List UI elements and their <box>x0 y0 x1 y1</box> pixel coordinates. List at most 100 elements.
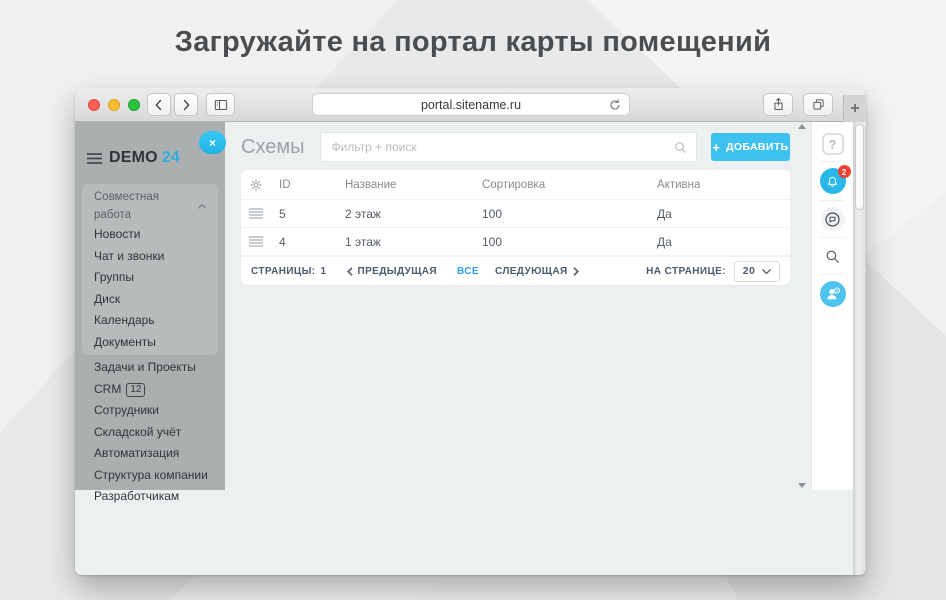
current-page: 1 <box>321 266 327 277</box>
crm-label: CRM <box>94 382 121 396</box>
sidebar-item-employees[interactable]: Сотрудники <box>94 400 206 422</box>
sidebar-item-tasks[interactable]: Задачи и Проекты <box>94 357 206 379</box>
share-icon <box>770 96 787 113</box>
bell-icon <box>825 174 840 189</box>
filter-search-input[interactable] <box>321 133 696 161</box>
person-clock-icon <box>824 285 842 303</box>
minimize-window-button[interactable] <box>108 99 120 111</box>
cell-name: 1 этаж <box>345 235 482 249</box>
sidebar-item-news[interactable]: Новости <box>94 224 206 246</box>
next-page-button[interactable]: СЛЕДУЮЩАЯ <box>495 266 579 277</box>
new-tab-button[interactable]: + <box>843 95 866 122</box>
sidebar-item-disk[interactable]: Диск <box>94 289 206 311</box>
table-settings-button[interactable] <box>249 178 279 192</box>
sidebar-item-documents[interactable]: Документы <box>94 332 206 354</box>
question-mark-icon: ? <box>829 137 837 152</box>
cell-sort: 100 <box>482 235 657 249</box>
scroll-up-arrow[interactable] <box>798 124 806 129</box>
sidebar-list: Задачи и Проекты CRM 12 Сотрудники Складс… <box>75 355 225 508</box>
search-button[interactable] <box>821 244 845 268</box>
table-row[interactable]: 4 1 этаж 100 Да <box>241 228 790 256</box>
notifications-button[interactable]: 2 <box>820 168 846 194</box>
window-controls <box>88 88 140 121</box>
sidebar-toggle-button[interactable] <box>206 93 235 116</box>
cell-id: 4 <box>279 235 345 249</box>
back-button[interactable] <box>147 93 171 116</box>
search-icon[interactable] <box>673 140 688 160</box>
filter-search-box <box>320 132 697 162</box>
reload-button[interactable] <box>607 97 623 116</box>
brand-accent: 24 <box>162 149 180 167</box>
sidebar-item-inventory[interactable]: Складской учёт <box>94 422 206 444</box>
help-button[interactable]: ? <box>822 133 844 155</box>
previous-page-label: ПРЕДЫДУЩАЯ <box>358 266 438 277</box>
sidebar-close-button[interactable]: × <box>199 131 226 154</box>
page-title: Загружайте на портал карты помещений <box>0 26 946 59</box>
close-window-button[interactable] <box>88 99 100 111</box>
cell-active: Да <box>657 207 790 221</box>
sidebar-item-company-structure[interactable]: Структура компании <box>94 465 206 487</box>
sidebar-item-developers[interactable]: Разработчикам <box>94 486 206 508</box>
sidebar-item-crm[interactable]: CRM 12 <box>94 379 206 401</box>
divider <box>820 274 845 275</box>
pagination-bar: СТРАНИЦЫ: 1 ПРЕДЫДУЩАЯ ВСЕ СЛЕДУЮЩАЯ НА <box>241 256 790 285</box>
scroll-down-arrow[interactable] <box>798 483 806 488</box>
cell-name: 2 этаж <box>345 207 482 221</box>
chevron-left-icon <box>347 267 353 276</box>
invite-employee-button[interactable] <box>820 281 846 307</box>
schemes-table-card: ID Название Сортировка Активна 5 2 этаж … <box>241 170 790 285</box>
chat-bubble-icon <box>823 210 842 229</box>
column-header-sort[interactable]: Сортировка <box>482 179 657 191</box>
row-drag-handle[interactable] <box>249 208 279 219</box>
all-pages-button[interactable]: ВСЕ <box>457 266 479 277</box>
share-button[interactable] <box>763 93 793 116</box>
search-icon <box>824 248 841 265</box>
next-page-label: СЛЕДУЮЩАЯ <box>495 266 568 277</box>
sidebar-icon <box>212 96 230 114</box>
column-header-active[interactable]: Активна <box>657 179 790 191</box>
cell-id: 5 <box>279 207 345 221</box>
chat-button[interactable] <box>821 207 845 231</box>
column-header-id[interactable]: ID <box>279 179 345 191</box>
per-page-select[interactable]: 20 <box>734 261 780 282</box>
table-header-row: ID Название Сортировка Активна <box>241 170 790 200</box>
sidebar-item-groups[interactable]: Группы <box>94 267 206 289</box>
close-icon: × <box>209 136 216 150</box>
sidebar-group-toggle[interactable]: Совместная работа <box>94 188 206 224</box>
window-scrollbar[interactable] <box>853 122 866 575</box>
pages-label: СТРАНИЦЫ: <box>251 266 316 277</box>
per-page-label: НА СТРАНИЦЕ: <box>646 266 726 277</box>
notifications-count-badge: 2 <box>838 165 851 178</box>
chevron-right-icon <box>573 267 579 276</box>
url-bar[interactable]: portal.sitename.ru <box>312 93 630 116</box>
divider <box>820 200 845 201</box>
sidebar-item-chat[interactable]: Чат и звонки <box>94 246 206 268</box>
divider <box>820 237 845 238</box>
add-button[interactable]: + ДОБАВИТЬ <box>711 133 790 161</box>
forward-button[interactable] <box>174 93 198 116</box>
menu-burger-icon[interactable] <box>87 152 102 165</box>
scrollbar-thumb[interactable] <box>855 124 864 210</box>
zoom-window-button[interactable] <box>128 99 140 111</box>
sidebar-group-label: Совместная работа <box>94 188 192 224</box>
browser-titlebar: portal.sitename.ru + <box>75 88 866 122</box>
main-content: Схемы + ДОБАВИТЬ <box>225 122 812 575</box>
tab-overview-button[interactable] <box>803 93 833 116</box>
sidebar-item-calendar[interactable]: Календарь <box>94 310 206 332</box>
add-button-label: ДОБАВИТЬ <box>726 141 789 153</box>
drag-handle-icon <box>249 208 263 219</box>
row-drag-handle[interactable] <box>249 236 279 247</box>
portal-sidebar: DEMO 24 × Совместная работа Новости Чат … <box>75 122 225 490</box>
chevron-right-icon <box>177 96 195 114</box>
sidebar-item-automation[interactable]: Автоматизация <box>94 443 206 465</box>
pages-indicator: СТРАНИЦЫ: 1 <box>251 266 327 277</box>
column-header-name[interactable]: Название <box>345 179 482 191</box>
crm-counter-badge: 12 <box>126 383 145 397</box>
right-icon-bar: ? 2 <box>812 122 853 490</box>
browser-viewport: DEMO 24 × Совместная работа Новости Чат … <box>75 122 866 575</box>
previous-page-button[interactable]: ПРЕДЫДУЩАЯ <box>347 266 438 277</box>
table-row[interactable]: 5 2 этаж 100 Да <box>241 200 790 228</box>
gear-icon <box>249 178 263 192</box>
cell-sort: 100 <box>482 207 657 221</box>
url-text: portal.sitename.ru <box>421 98 521 112</box>
